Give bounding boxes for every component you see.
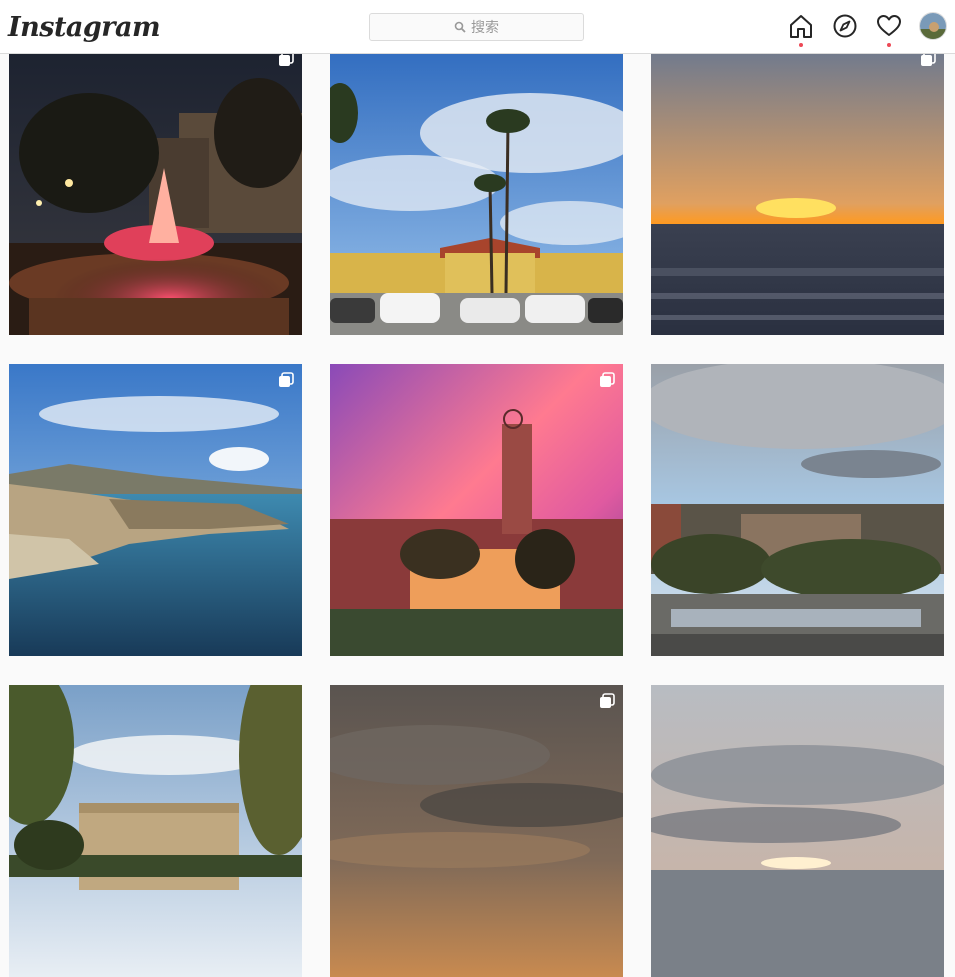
multiple-photos-icon [279,372,294,387]
home-icon[interactable] [788,13,814,39]
explore-icon[interactable] [832,13,858,39]
home-notification-dot [799,43,803,47]
post-image [330,685,623,977]
post-image [9,685,302,977]
post-image [9,43,302,335]
multiple-photos-icon [600,693,615,708]
post-tile[interactable] [651,685,944,977]
search-input[interactable]: 搜索 [369,13,584,41]
post-tile[interactable] [9,685,302,977]
post-tile[interactable] [330,364,623,656]
avatar-image [920,13,946,39]
post-image [330,364,623,656]
activity-heart-icon[interactable] [876,13,902,39]
post-image [330,43,623,335]
activity-notification-dot [887,43,891,47]
post-tile[interactable] [330,43,623,335]
post-image [651,43,944,335]
post-tile[interactable] [651,364,944,656]
post-tile[interactable] [651,43,944,335]
search-icon [454,21,466,33]
profile-avatar[interactable] [919,12,947,40]
post-tile[interactable] [330,685,623,977]
search-placeholder: 搜索 [471,19,499,35]
post-grid [0,0,955,977]
post-image [651,364,944,656]
top-navigation-bar: Instagram 搜索 [0,0,955,54]
instagram-logo[interactable]: Instagram [8,12,161,43]
multiple-photos-icon [600,372,615,387]
post-image [9,364,302,656]
post-image [651,685,944,977]
post-tile[interactable] [9,364,302,656]
post-tile[interactable] [9,43,302,335]
